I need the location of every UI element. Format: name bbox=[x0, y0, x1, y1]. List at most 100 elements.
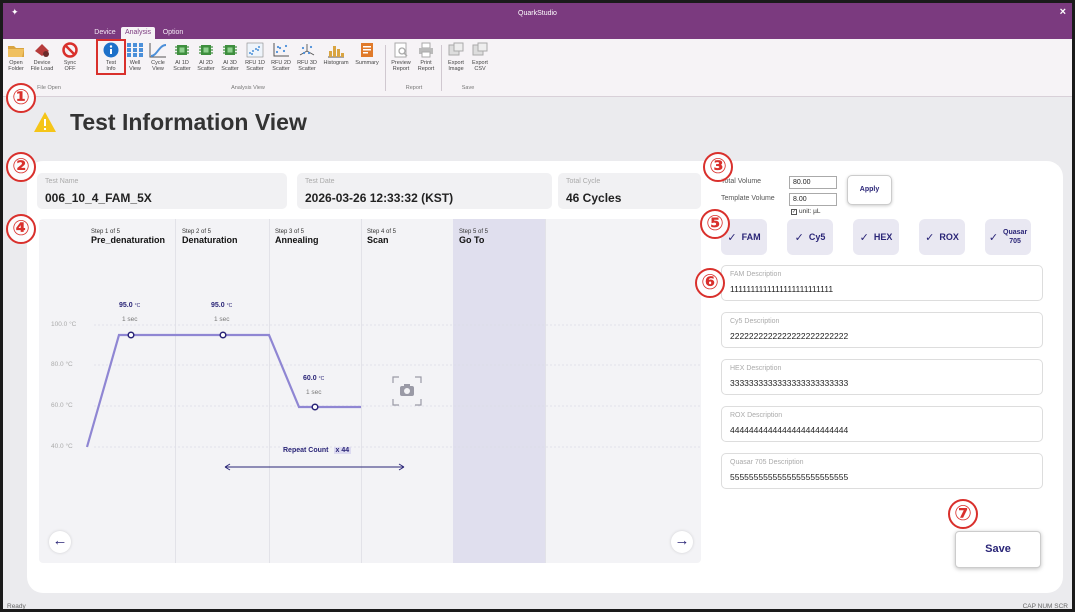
group-label-save: Save bbox=[461, 85, 475, 91]
ai-1d-scatter-button[interactable]: AI 1D Scatter bbox=[171, 42, 193, 72]
annotation-badge-6: ⑥ bbox=[695, 268, 725, 298]
close-icon[interactable]: × bbox=[1060, 6, 1066, 18]
next-step-button[interactable]: → bbox=[671, 531, 693, 553]
device-file-load-button[interactable]: Device File Load bbox=[27, 42, 57, 72]
group-divider bbox=[441, 45, 442, 91]
dye-label: FAM bbox=[741, 232, 761, 242]
export-image-icon bbox=[448, 42, 464, 56]
dye-label: HEX bbox=[873, 232, 893, 242]
tab-option[interactable]: Option bbox=[159, 27, 187, 39]
rfu-1d-scatter-button[interactable]: RFU 1D Scatter bbox=[243, 42, 267, 72]
fam-description-field[interactable]: FAM Description 1111111111111111111111111 bbox=[721, 265, 1043, 301]
check-icon: ✓ bbox=[794, 231, 804, 244]
test-info-card: Test Name 006_10_4_FAM_5X Test Date 2026… bbox=[27, 161, 1063, 593]
description-label: HEX Description bbox=[730, 365, 782, 372]
button-label: Folder bbox=[8, 66, 24, 72]
rfu-3d-scatter-button[interactable]: RFU 3D Scatter bbox=[295, 42, 319, 72]
annotation-badge-4: ④ bbox=[6, 214, 36, 244]
button-label: File Load bbox=[30, 66, 54, 72]
sync-off-button[interactable]: Sync OFF bbox=[59, 42, 81, 72]
point-temperature: 60.0 °C bbox=[303, 375, 325, 382]
group-divider bbox=[385, 45, 386, 91]
button-label: Report bbox=[392, 66, 410, 72]
print-icon bbox=[419, 42, 433, 58]
check-icon: ✓ bbox=[925, 231, 935, 244]
total-volume-input[interactable]: 80.00 bbox=[789, 176, 837, 189]
point-temperature: 95.0 °C bbox=[119, 302, 141, 309]
chip-icon bbox=[199, 45, 213, 55]
dye-label: Cy5 bbox=[808, 232, 826, 242]
tab-analysis[interactable]: Analysis bbox=[121, 27, 155, 39]
save-button[interactable]: Save bbox=[955, 531, 1041, 568]
page-title: Test Information View bbox=[70, 109, 307, 135]
well-view-button[interactable]: Well View bbox=[125, 42, 145, 72]
sync-off-icon bbox=[62, 42, 78, 58]
cycle-view-button[interactable]: Cycle View bbox=[147, 42, 169, 72]
temperature-profile bbox=[85, 324, 701, 471]
app-window: ✦ QuarkStudio × Device Analysis Option O… bbox=[0, 0, 1075, 612]
ai-3d-scatter-button[interactable]: AI 3D Scatter bbox=[219, 42, 241, 72]
test-date-box: Test Date 2026-03-26 12:33:32 (KST) bbox=[297, 173, 552, 209]
button-label: Scatter bbox=[173, 66, 191, 72]
description-value: 1111111111111111111111111 bbox=[730, 284, 834, 294]
description-label: Cy5 Description bbox=[730, 318, 780, 325]
unit-checkbox[interactable]: ✓ unit: µL bbox=[791, 208, 820, 215]
dye-toggle-cy5[interactable]: ✓ Cy5 bbox=[787, 219, 833, 255]
well-view-icon bbox=[127, 43, 143, 57]
repeat-count: Repeat Count x 44 bbox=[283, 447, 352, 454]
preview-report-icon bbox=[394, 42, 408, 58]
camera-icon bbox=[392, 376, 422, 406]
button-label: Report bbox=[417, 66, 435, 72]
open-folder-icon bbox=[8, 46, 24, 57]
prev-step-button[interactable]: ← bbox=[49, 531, 71, 553]
check-icon: ✓ bbox=[859, 231, 869, 244]
template-volume-input[interactable]: 8.00 bbox=[789, 193, 837, 206]
dye-toggle-rox[interactable]: ✓ ROX bbox=[919, 219, 965, 255]
page-header: Test Information View bbox=[3, 98, 1072, 148]
device-file-load-icon bbox=[35, 44, 49, 57]
description-label: FAM Description bbox=[730, 271, 782, 278]
description-label: Quasar 705 Description bbox=[730, 459, 804, 466]
export-image-button[interactable]: Export Image bbox=[445, 42, 467, 72]
scatter-3d-icon bbox=[299, 44, 315, 56]
export-csv-button[interactable]: Export CSV bbox=[469, 42, 491, 72]
description-value: 4444444444444444444444444 bbox=[730, 425, 849, 435]
apply-button[interactable]: Apply bbox=[847, 175, 892, 205]
button-label: View bbox=[129, 66, 141, 72]
dye-toggle-quasar-705[interactable]: ✓ Quasar 705 bbox=[985, 219, 1031, 255]
annotation-badge-1: ① bbox=[6, 83, 36, 113]
button-label: Summary bbox=[355, 60, 379, 66]
test-info-button[interactable]: Test Info bbox=[96, 39, 126, 75]
info-icon bbox=[103, 42, 119, 58]
temperature-point bbox=[127, 331, 135, 339]
dye-toggle-hex[interactable]: ✓ HEX bbox=[853, 219, 899, 255]
checkbox-icon: ✓ bbox=[791, 209, 797, 215]
hex-description-field[interactable]: HEX Description 3333333333333333333333333 bbox=[721, 359, 1043, 395]
description-value: 3333333333333333333333333 bbox=[730, 378, 849, 388]
print-report-button[interactable]: Print Report bbox=[415, 42, 437, 72]
preview-report-button[interactable]: Preview Report bbox=[389, 42, 413, 72]
test-name-label: Test Name bbox=[45, 178, 79, 185]
button-label: Scatter bbox=[272, 66, 290, 72]
histogram-button[interactable]: Histogram bbox=[321, 42, 351, 66]
status-indicators: CAP NUM SCR bbox=[1022, 603, 1068, 610]
button-label: Info bbox=[106, 66, 116, 72]
open-folder-button[interactable]: Open Folder bbox=[7, 42, 25, 72]
repeat-count-value: x 44 bbox=[333, 447, 352, 454]
summary-button[interactable]: Summary bbox=[353, 42, 381, 66]
dye-label: Quasar 705 bbox=[1003, 229, 1028, 245]
temperature-point bbox=[219, 331, 227, 339]
quasar-705-description-field[interactable]: Quasar 705 Description 555555555555555555… bbox=[721, 453, 1043, 489]
point-hold-time: 1 sec bbox=[122, 316, 138, 323]
tab-device[interactable]: Device bbox=[91, 27, 119, 39]
point-hold-time: 1 sec bbox=[214, 316, 230, 323]
total-volume-label: Total Volume bbox=[721, 178, 762, 185]
test-date-label: Test Date bbox=[305, 178, 335, 185]
rox-description-field[interactable]: ROX Description 4444444444444444444444444 bbox=[721, 406, 1043, 442]
rfu-2d-scatter-button[interactable]: RFU 2D Scatter bbox=[269, 42, 293, 72]
ai-2d-scatter-button[interactable]: AI 2D Scatter bbox=[195, 42, 217, 72]
description-value: 5555555555555555555555555 bbox=[730, 472, 849, 482]
annotation-badge-3: ③ bbox=[703, 152, 733, 182]
cy5-description-field[interactable]: Cy5 Description 2222222222222222222222222 bbox=[721, 312, 1043, 348]
template-volume-label: Template Volume bbox=[721, 195, 775, 202]
